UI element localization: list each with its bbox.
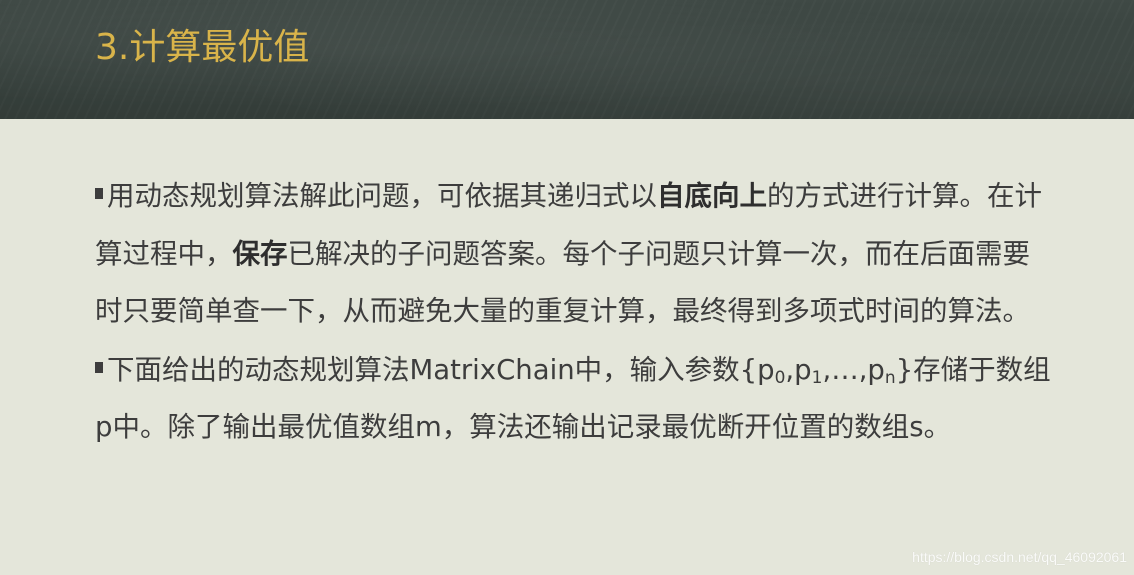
watermark-url: https://blog.csdn.net/qq_46092061: [912, 549, 1127, 565]
paragraph2-text-a: 下面给出的动态规划算法MatrixChain中，输入参数{p: [107, 353, 775, 386]
subscript-1: 1: [811, 367, 823, 388]
paragraph2-text-c: ,…,p: [822, 353, 885, 386]
bullet-square-icon: [95, 361, 103, 373]
bullet-paragraph-2: 下面给出的动态规划算法MatrixChain中，输入参数{p0,p1,…,pn}…: [95, 342, 1055, 457]
slide-title: 3.计算最优值: [95, 27, 310, 68]
bullet-paragraph-1: 用动态规划算法解此问题，可依据其递归式以自底向上的方式进行计算。在计算过程中，保…: [95, 168, 1055, 341]
paragraph1-bold-b: 保存: [232, 237, 288, 270]
subscript-n: n: [884, 367, 896, 388]
paragraph1-text-a: 用动态规划算法解此问题，可依据其递归式以: [107, 180, 657, 212]
slide-header: 3.计算最优值: [0, 0, 1134, 119]
paragraph1-bold-a: 自底向上: [657, 180, 767, 212]
subscript-0: 0: [774, 367, 786, 388]
slide-content: 用动态规划算法解此问题，可依据其递归式以自底向上的方式进行计算。在计算过程中，保…: [95, 168, 1055, 457]
bullet-square-icon: [95, 188, 103, 199]
paragraph2-text-b: ,p: [785, 353, 812, 386]
